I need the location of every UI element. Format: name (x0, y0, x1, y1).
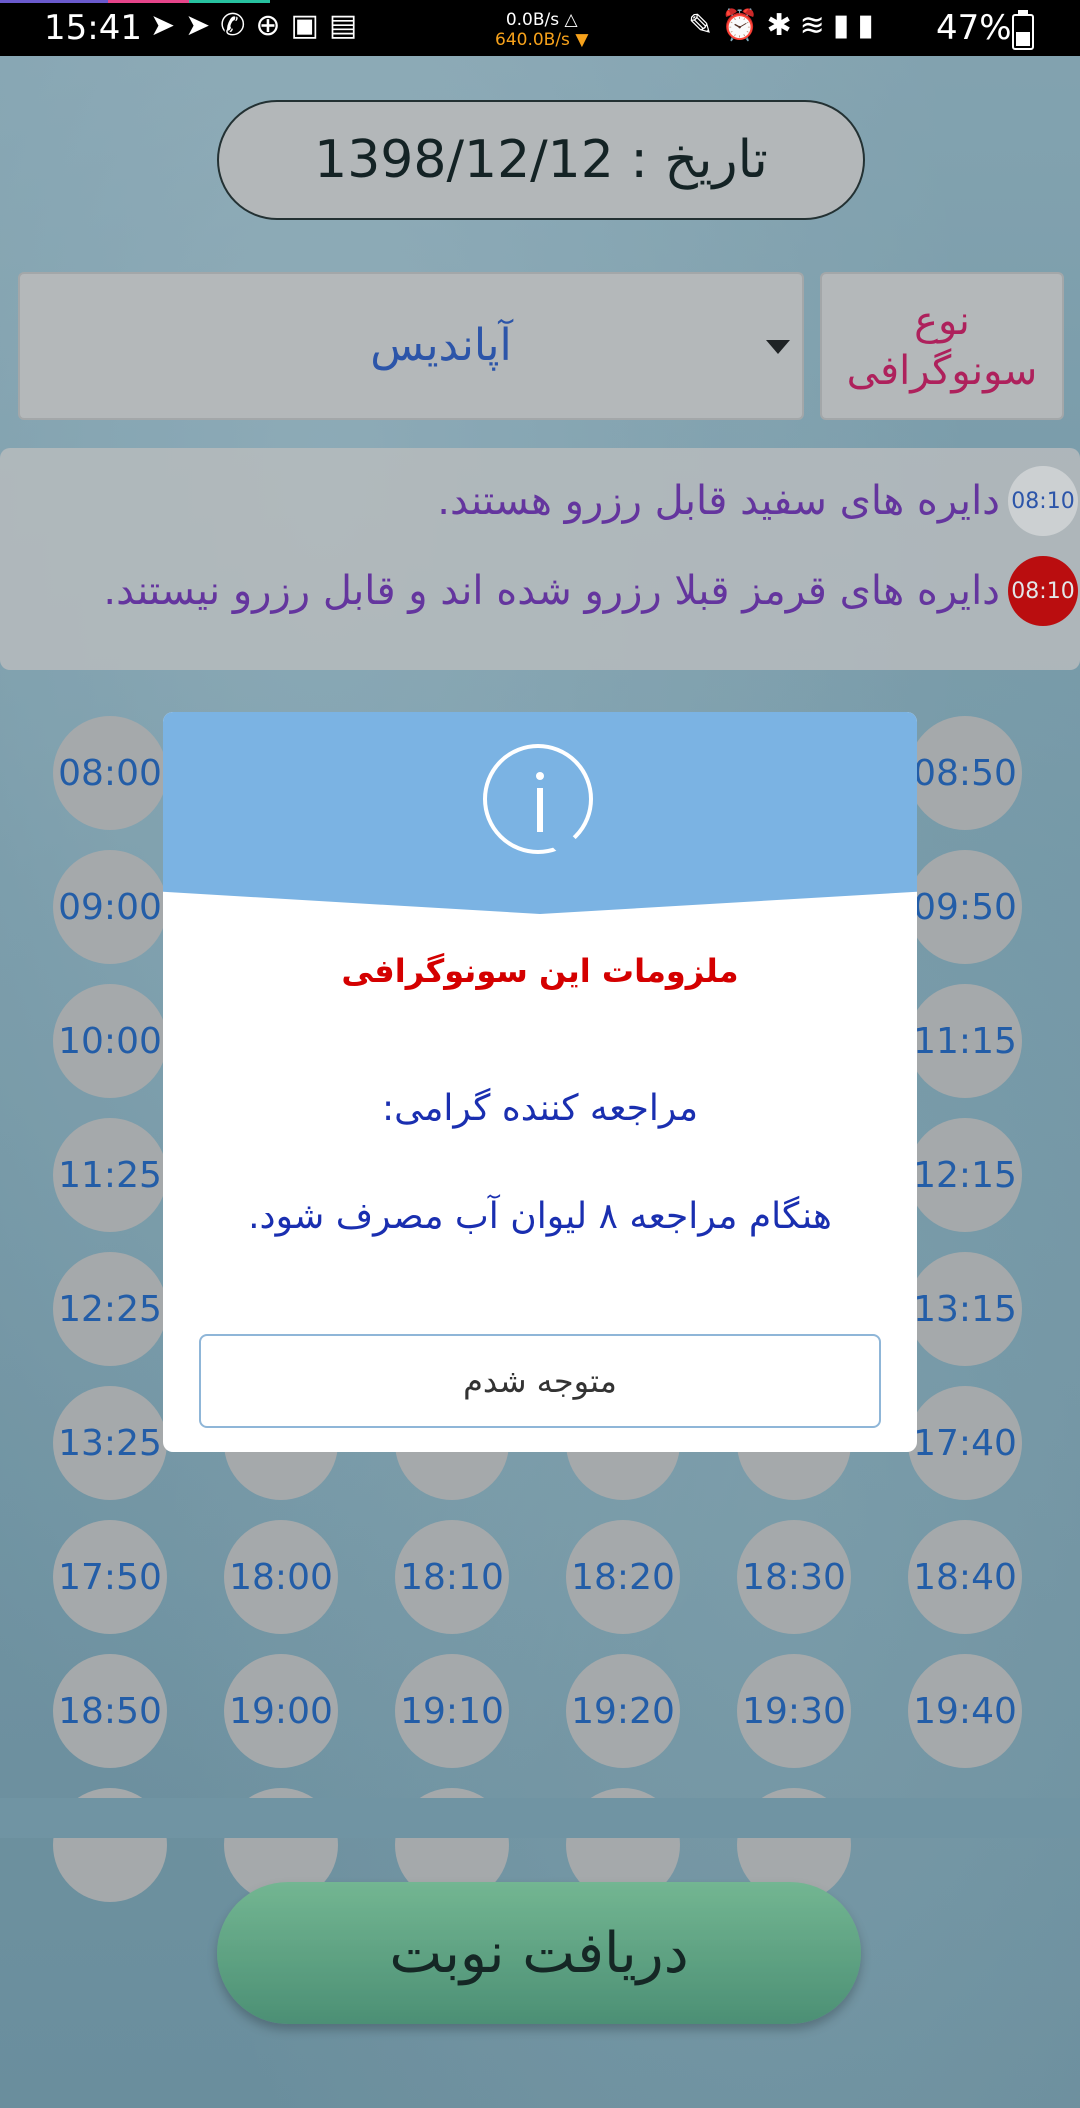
notification-icons: ➤➤✆⊕▣▤ (150, 8, 368, 43)
upload-speed: 0.0B/s △ (505, 10, 578, 30)
status-time: 15:41 (44, 8, 142, 48)
system-icons: ✎⏰✱≋▮▮ (688, 8, 882, 43)
battery-percent: 47% (936, 8, 1012, 48)
dialog-instruction: هنگام مراجعه ۸ لیوان آب مصرف شود. (248, 1196, 832, 1237)
dialog-title: ملزومات این سونوگرافی (341, 952, 739, 990)
download-speed: 640.0B/s ▼ (495, 30, 589, 50)
dialog-header (163, 712, 917, 914)
understood-button[interactable]: متوجه شدم (199, 1334, 881, 1428)
info-icon (483, 744, 593, 863)
dialog-greeting: مراجعه کننده گرامی: (381, 1088, 698, 1129)
status-accent (0, 0, 270, 3)
network-speed: 0.0B/s △ 640.0B/s ▼ (495, 10, 588, 50)
status-bar: 15:41 ➤➤✆⊕▣▤ 0.0B/s △ 640.0B/s ▼ ✎⏰✱≋▮▮ … (0, 0, 1080, 56)
requirements-dialog: ملزومات این سونوگرافی مراجعه کننده گرامی… (163, 712, 917, 1452)
battery-icon (1012, 10, 1034, 50)
